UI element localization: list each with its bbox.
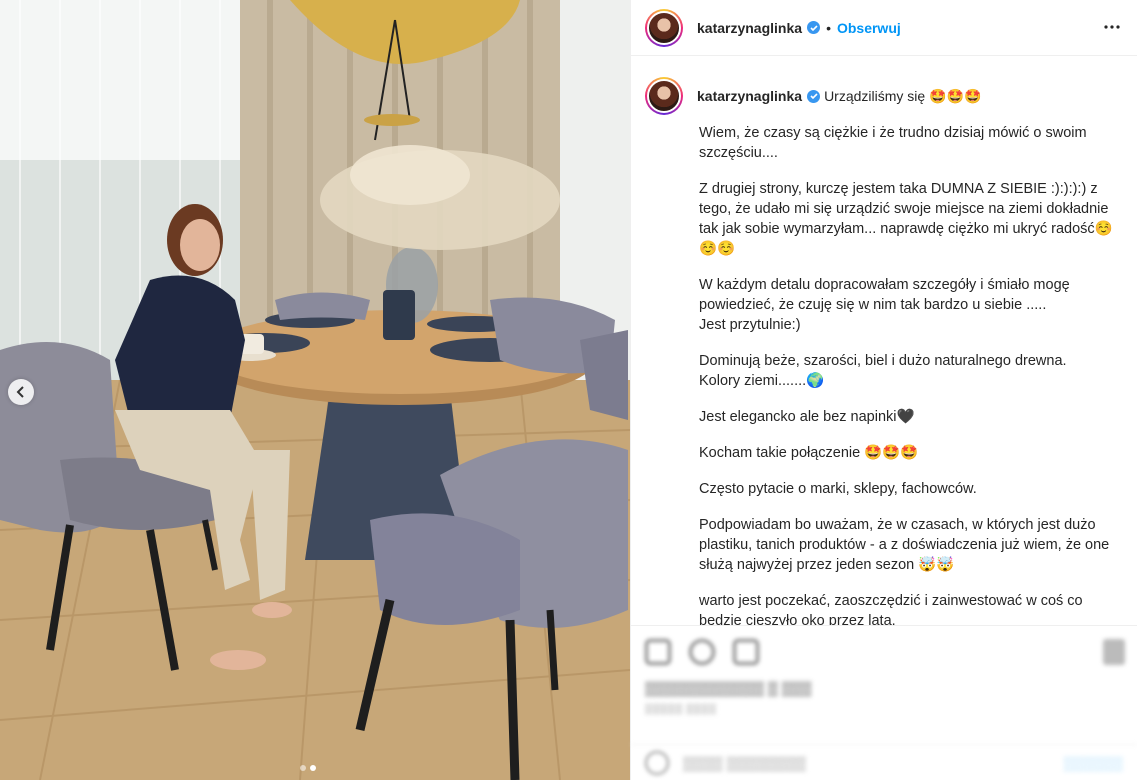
caption-paragraph: Podpowiadam bo uważam, że w czasach, w k… <box>699 517 1110 573</box>
caption-paragraph: Często pytacie o marki, sklepy, fachowcó… <box>699 481 977 497</box>
avatar[interactable] <box>645 8 683 47</box>
comment-input-redacted[interactable]: ▒▒▒▒ ▒▒▒▒▒▒▒▒ <box>683 755 1023 771</box>
caption-paragraph: Dominują beże, szarości, biel i dużo nat… <box>699 353 1067 389</box>
action-icons <box>645 639 759 665</box>
share-icon[interactable] <box>733 639 759 665</box>
caption-paragraph: W każdym detalu dopracowałam szczegóły i… <box>699 277 1070 333</box>
avatar-image <box>647 79 681 113</box>
caption-paragraph: Kocham takie połączenie 🤩🤩🤩 <box>699 445 919 461</box>
timestamp-redacted: ▒▒▒▒▒ ▒▒▒▒ <box>645 704 717 715</box>
carousel-indicator <box>300 765 316 771</box>
caption-section: katarzynaglinka Urządziliśmy się 🤩🤩🤩 Wie… <box>631 57 1137 625</box>
caption-paragraph: Z drugiej strony, kurczę jestem taka DUM… <box>699 181 1113 257</box>
carousel-dot-active <box>310 765 316 771</box>
caption-paragraph: Jest elegancko ale bez napinki🖤 <box>699 409 915 425</box>
caption-intro: Urządziliśmy się 🤩🤩🤩 <box>824 87 982 104</box>
caption-paragraph: Wiem, że czasy są ciężkie i że trudno dz… <box>699 125 1087 161</box>
comment-bar: ▒▒▒▒ ▒▒▒▒▒▒▒▒ ▒▒▒▒▒▒ <box>631 744 1137 780</box>
post-header: katarzynaglinka • Obserwuj <box>631 0 1137 56</box>
avatar[interactable] <box>645 77 683 115</box>
bookmark-icon[interactable] <box>1103 639 1125 665</box>
carousel-dot <box>300 765 306 771</box>
photo-illustration <box>0 0 630 780</box>
caption-paragraph: warto jest poczekać, zaoszczędzić i zain… <box>699 593 1083 625</box>
more-options-button[interactable] <box>1103 18 1121 41</box>
publish-button-redacted[interactable]: ▒▒▒▒▒▒ <box>1063 755 1123 771</box>
emoji-icon[interactable] <box>645 751 669 775</box>
verified-badge-icon <box>807 21 821 34</box>
caption-header: katarzynaglinka Urządziliśmy się 🤩🤩🤩 <box>631 57 1137 115</box>
avatar-image <box>647 10 681 45</box>
post-side-panel: katarzynaglinka • Obserwuj katarzynaglin… <box>630 0 1137 780</box>
chevron-left-icon <box>16 386 24 398</box>
verified-badge-icon <box>807 89 821 103</box>
username-link[interactable]: katarzynaglinka <box>697 20 802 36</box>
separator: • <box>826 19 831 36</box>
post-photo[interactable] <box>0 0 630 780</box>
checkmark-icon <box>809 24 818 31</box>
checkmark-icon <box>809 93 818 100</box>
more-horizontal-icon <box>1104 25 1120 29</box>
caption-username-link[interactable]: katarzynaglinka <box>697 88 802 104</box>
post-actions-section: ▒▒▒▒▒▒▒▒▒▒▒▒ ▒ ▒▒▒ ▒▒▒▒▒ ▒▒▒▒ ▒▒▒▒ ▒▒▒▒▒… <box>631 625 1137 780</box>
follow-button[interactable]: Obserwuj <box>837 20 901 36</box>
like-icon[interactable] <box>645 639 671 665</box>
comment-icon[interactable] <box>689 639 715 665</box>
likes-count-redacted: ▒▒▒▒▒▒▒▒▒▒▒▒ ▒ ▒▒▒ <box>645 680 812 696</box>
carousel-prev-button[interactable] <box>8 379 34 405</box>
caption-body: Wiem, że czasy są ciężkie i że trudno dz… <box>631 115 1137 625</box>
